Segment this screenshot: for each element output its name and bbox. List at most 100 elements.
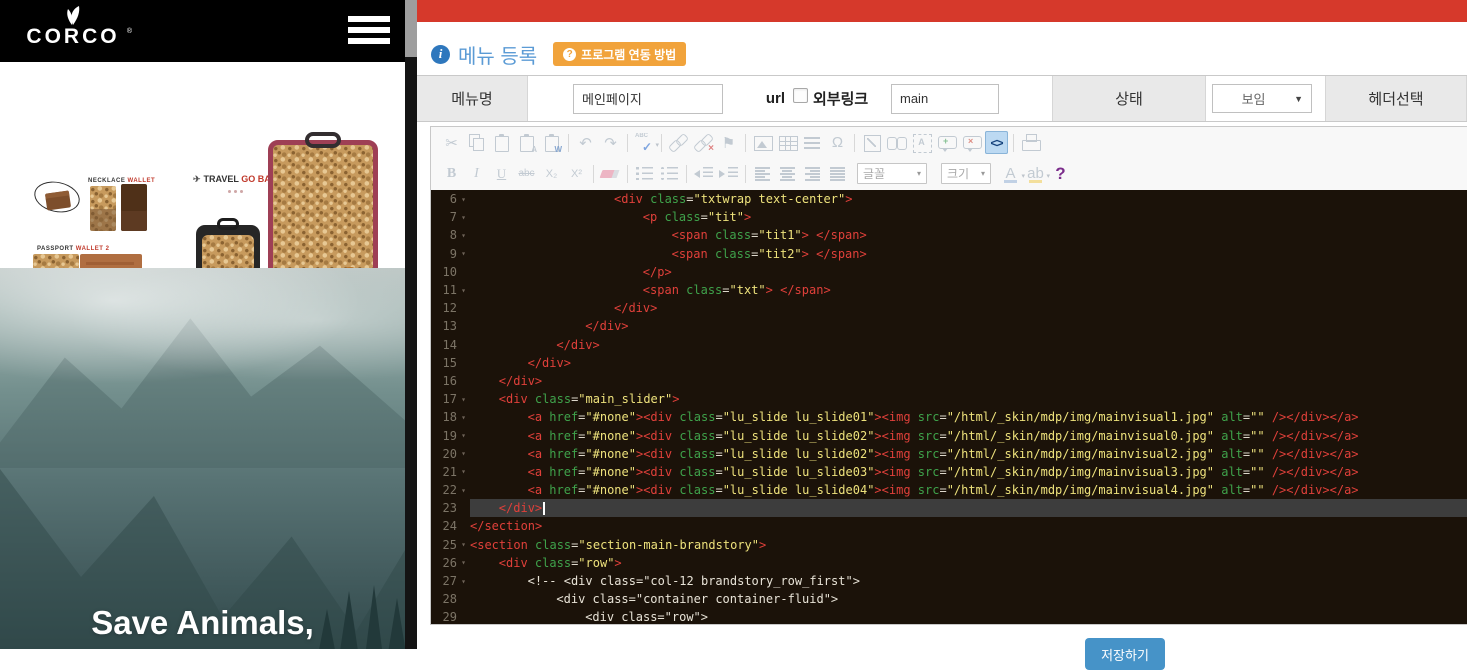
- status-select[interactable]: 보임 ▼: [1212, 84, 1312, 113]
- remove-format-button[interactable]: [599, 162, 622, 185]
- admin-panel: i 메뉴 등록 ? 프로그램 연동 방법 메뉴명 url 외부링크 상태 보임 …: [417, 0, 1467, 649]
- special-char-button[interactable]: Ω: [826, 131, 849, 154]
- fold-arrow-icon[interactable]: ▾: [457, 431, 470, 440]
- travel-go-bag-label: ✈TRAVEL GO BAG: [193, 174, 278, 185]
- line-number: 19: [431, 429, 457, 443]
- outdent-button[interactable]: [692, 162, 715, 185]
- paste-button[interactable]: [490, 131, 513, 154]
- code-line: 25▾<section class="section-main-brandsto…: [431, 536, 1467, 554]
- unordered-list-button[interactable]: [658, 162, 681, 185]
- html-source-editor: ✂AW↶↷ABC▾×⚑ΩA+×<> BIUabcX₂X²글꼴▾크기▾A▾ab▾?…: [430, 126, 1467, 625]
- brand-name: CORCO: [26, 25, 119, 48]
- fold-arrow-icon[interactable]: ▾: [457, 413, 470, 422]
- bg-color-button[interactable]: ab▾: [1024, 162, 1047, 185]
- admin-topbar: [417, 0, 1467, 22]
- table-button[interactable]: [776, 131, 799, 154]
- comment-add-button[interactable]: +: [935, 131, 958, 154]
- hero-section: Save Animals, Save Humanity 여러분이 지금까지 살린…: [0, 268, 405, 649]
- fold-arrow-icon[interactable]: ▾: [457, 558, 470, 567]
- italic-button[interactable]: I: [465, 162, 488, 185]
- line-number: 17: [431, 392, 457, 406]
- save-button[interactable]: 저장하기: [1085, 638, 1165, 670]
- image-button[interactable]: [751, 131, 774, 154]
- redo-button[interactable]: ↷: [599, 131, 622, 154]
- mist-overlay: [0, 268, 405, 398]
- fold-arrow-icon[interactable]: ▾: [457, 249, 470, 258]
- comment-remove-button[interactable]: ×: [960, 131, 983, 154]
- code-line: 18▾<a href="#none"><div class="lu_slide …: [431, 408, 1467, 426]
- necklace-wallet-image: [45, 190, 71, 210]
- bold-button[interactable]: B: [440, 162, 463, 185]
- code-line: 7▾<p class="tit">: [431, 208, 1467, 226]
- toolbar-separator: [568, 134, 569, 152]
- superscript-button[interactable]: X²: [565, 162, 588, 185]
- undo-button[interactable]: ↶: [574, 131, 597, 154]
- code-line: 23</div>: [431, 499, 1467, 517]
- find-button[interactable]: [885, 131, 908, 154]
- align-justify-button[interactable]: [826, 162, 849, 185]
- corco-logo[interactable]: CORCO ®: [18, 4, 128, 48]
- about-button[interactable]: ?: [1049, 162, 1072, 185]
- underline-button[interactable]: U: [490, 162, 513, 185]
- code-line: 24</section>: [431, 517, 1467, 535]
- text-color-button[interactable]: A▾: [999, 162, 1022, 185]
- fold-arrow-icon[interactable]: ▾: [457, 231, 470, 240]
- fold-arrow-icon[interactable]: ▾: [457, 486, 470, 495]
- fold-arrow-icon[interactable]: ▾: [457, 467, 470, 476]
- spellcheck-button[interactable]: ABC▾: [633, 131, 656, 154]
- fold-arrow-icon[interactable]: ▾: [457, 540, 470, 549]
- text-cursor: [543, 502, 545, 515]
- code-line: 20▾<a href="#none"><div class="lu_slide …: [431, 445, 1467, 463]
- align-center-button[interactable]: [776, 162, 799, 185]
- align-left-button[interactable]: [751, 162, 774, 185]
- paste-word-button[interactable]: W: [540, 131, 563, 154]
- hero-title-line1: Save Animals,: [0, 604, 405, 642]
- menu-name-label: 메뉴명: [417, 76, 528, 121]
- leaf-icon: [60, 4, 86, 26]
- horizontal-line-button[interactable]: [801, 131, 824, 154]
- external-link-label: 외부링크: [813, 88, 868, 109]
- toolbar-separator: [854, 134, 855, 152]
- copy-button[interactable]: [465, 131, 488, 154]
- fold-arrow-icon[interactable]: ▾: [457, 577, 470, 586]
- line-number: 20: [431, 447, 457, 461]
- maximize-button[interactable]: [860, 131, 883, 154]
- external-link-checkbox[interactable]: [793, 88, 808, 103]
- fold-arrow-icon[interactable]: ▾: [457, 213, 470, 222]
- anchor-button[interactable]: ⚑: [717, 131, 740, 154]
- product-slider[interactable]: NECKLACE WALLET PASSPORT WALLET 2 ✈TRAVE…: [0, 62, 405, 268]
- unlink-button[interactable]: ×: [692, 131, 715, 154]
- program-link-help-button[interactable]: ? 프로그램 연동 방법: [553, 42, 686, 66]
- preview-scrollbar[interactable]: [405, 0, 417, 649]
- scrollbar-thumb[interactable]: [405, 0, 417, 57]
- toolbar-row-1: ✂AW↶↷ABC▾×⚑ΩA+×<>: [431, 127, 1467, 158]
- toolbar-separator: [593, 165, 594, 183]
- cut-button[interactable]: ✂: [440, 131, 463, 154]
- fold-arrow-icon[interactable]: ▾: [457, 195, 470, 204]
- toolbar-separator: [1013, 134, 1014, 152]
- code-lines[interactable]: 6▾<div class="txtwrap text-center">7▾<p …: [431, 190, 1467, 624]
- size-dropdown-button[interactable]: 크기▾: [941, 163, 991, 184]
- source-button[interactable]: <>: [985, 131, 1008, 154]
- indent-button[interactable]: [717, 162, 740, 185]
- url-input[interactable]: [891, 84, 999, 114]
- paste-text-button[interactable]: A: [515, 131, 538, 154]
- strikethrough-button[interactable]: abc: [515, 162, 538, 185]
- ordered-list-button[interactable]: [633, 162, 656, 185]
- select-all-button[interactable]: A: [910, 131, 933, 154]
- menu-form-row: 메뉴명 url 외부링크 상태 보임 ▼ 헤더선택: [417, 75, 1467, 122]
- line-number: 12: [431, 301, 457, 315]
- travel-sub-decoration: [228, 190, 243, 193]
- fold-arrow-icon[interactable]: ▾: [457, 286, 470, 295]
- subscript-button[interactable]: X₂: [540, 162, 563, 185]
- font-dropdown-button[interactable]: 글꼴▾: [857, 163, 927, 184]
- menu-name-input[interactable]: [573, 84, 723, 114]
- align-right-button[interactable]: [801, 162, 824, 185]
- fold-arrow-icon[interactable]: ▾: [457, 395, 470, 404]
- code-line: 9▾<span class="tit2"> </span>: [431, 245, 1467, 263]
- print-button[interactable]: [1019, 131, 1042, 154]
- link-button[interactable]: [667, 131, 690, 154]
- hamburger-menu-icon[interactable]: [348, 16, 390, 46]
- preview-header: CORCO ®: [0, 0, 405, 62]
- fold-arrow-icon[interactable]: ▾: [457, 449, 470, 458]
